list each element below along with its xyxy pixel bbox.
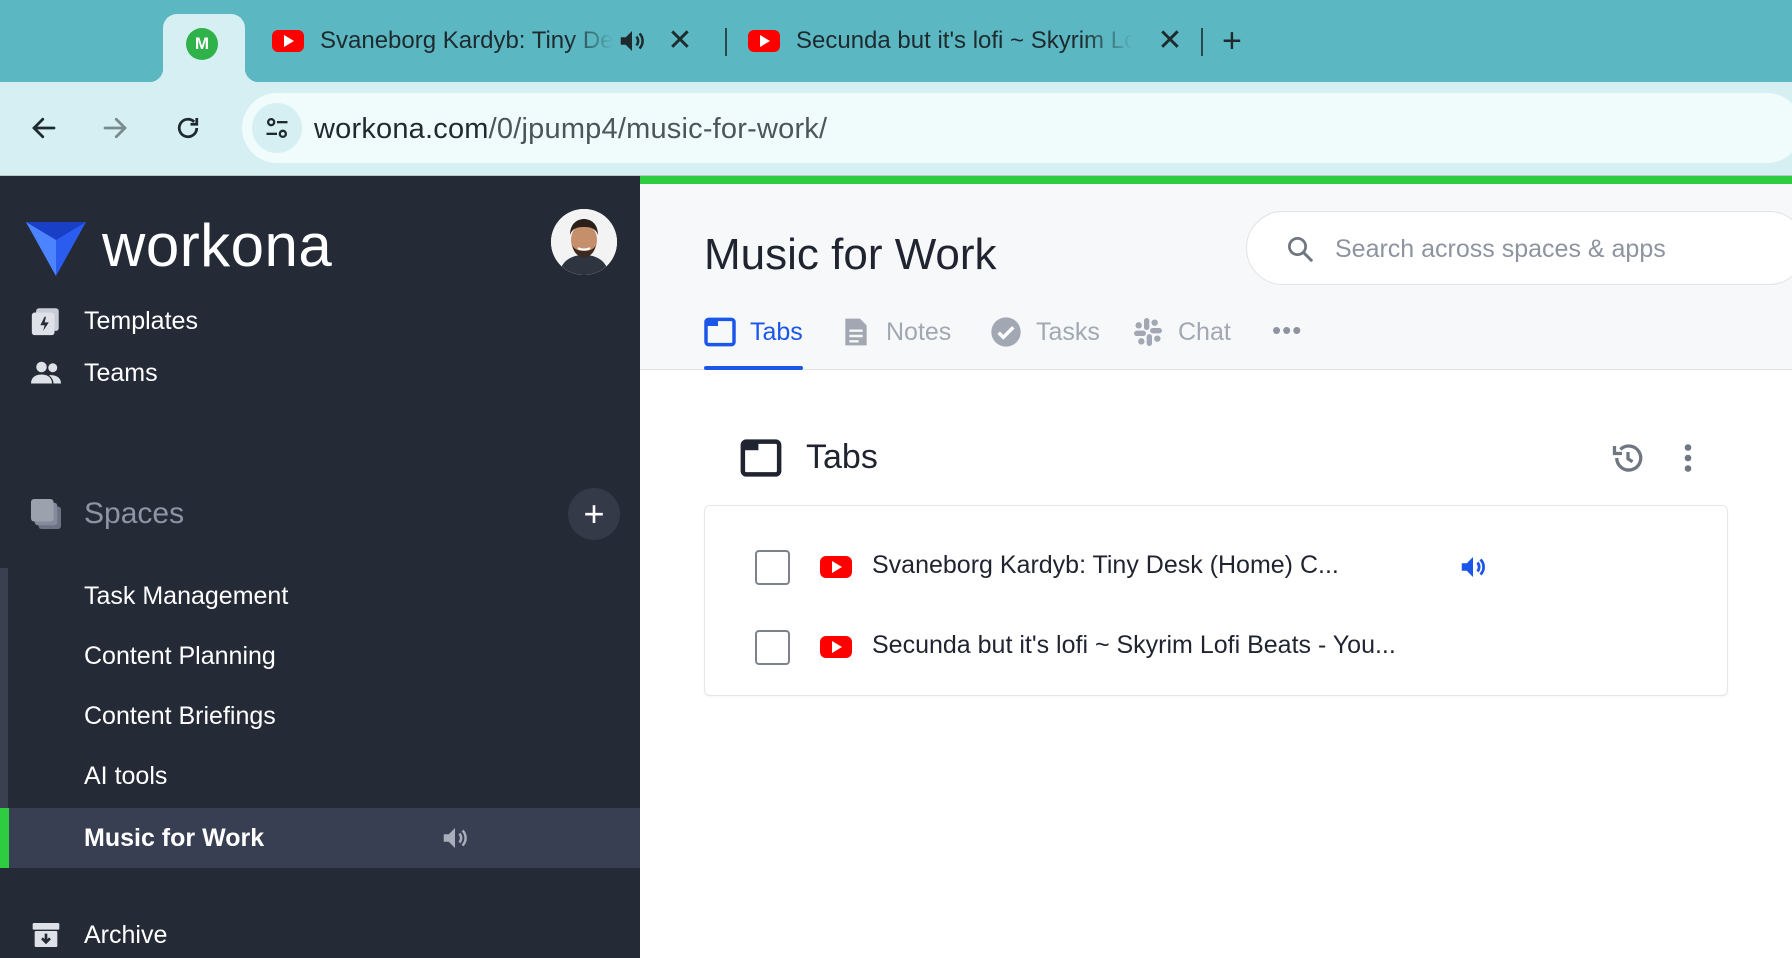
- main-header: Music for Work Tabs Notes Tasks: [640, 184, 1792, 370]
- archive-icon: [28, 917, 64, 953]
- browser-tab-svaneborg[interactable]: Svaneborg Kardyb: Tiny Desk (Home) Conce…: [272, 20, 695, 62]
- workona-logo-icon: [26, 221, 86, 276]
- space-item-ai-tools[interactable]: AI tools: [0, 746, 640, 806]
- url-path: /0/jpump4/music-for-work/: [488, 113, 828, 145]
- url-host: workona.com: [314, 113, 489, 145]
- tune-icon: [266, 117, 288, 139]
- templates-icon: [28, 303, 64, 339]
- active-indicator: [0, 808, 9, 868]
- close-tab-icon[interactable]: ✕: [1155, 26, 1185, 56]
- space-item-music-for-work[interactable]: Music for Work: [0, 808, 640, 868]
- space-label: Task Management: [84, 582, 289, 610]
- active-tab-underline: [704, 366, 803, 370]
- section-title: Tabs: [806, 438, 878, 476]
- sidebar: workona Templates Teams Spaces + Task Ma…: [0, 176, 640, 958]
- browser-tab-title: Secunda but it's lofi ~ Skyrim Lofi Beat…: [796, 27, 1133, 54]
- spaces-label: Spaces: [84, 497, 185, 530]
- tab-notes[interactable]: Notes: [840, 316, 951, 370]
- tab-label: Tasks: [1036, 318, 1100, 346]
- tab-chat[interactable]: Chat: [1132, 316, 1231, 370]
- youtube-icon: [820, 556, 852, 578]
- kebab-menu-icon[interactable]: [1674, 440, 1702, 476]
- arrow-right-icon: [103, 117, 127, 139]
- youtube-icon: [748, 30, 780, 52]
- space-item-content-briefings[interactable]: Content Briefings: [0, 686, 640, 746]
- browser-toolbar: workona.com/0/jpump4/music-for-work/: [0, 82, 1792, 176]
- tabs-icon: [740, 438, 782, 477]
- history-icon[interactable]: [1610, 440, 1646, 476]
- list-item[interactable]: Svaneborg Kardyb: Tiny Desk (Home) C...: [705, 537, 1729, 597]
- space-label: Music for Work: [84, 824, 265, 852]
- tab-checkbox[interactable]: [755, 550, 790, 585]
- tab-label: Chat: [1178, 318, 1231, 346]
- search-icon: [1288, 237, 1313, 262]
- youtube-icon: [820, 636, 852, 658]
- space-label: AI tools: [84, 762, 168, 790]
- sidebar-item-teams[interactable]: Teams: [0, 344, 640, 402]
- more-tabs-icon[interactable]: •••: [1272, 316, 1302, 344]
- browser-tab-title: Svaneborg Kardyb: Tiny Desk (Home) Conce…: [320, 27, 613, 54]
- logo-text: workona: [102, 212, 333, 279]
- arrow-left-icon: [32, 117, 56, 139]
- forward-button[interactable]: [93, 106, 137, 150]
- space-label: Content Briefings: [84, 702, 276, 730]
- site-settings-icon[interactable]: [252, 103, 302, 153]
- notes-icon: [840, 316, 872, 348]
- close-tab-icon[interactable]: ✕: [665, 26, 695, 56]
- profile-badge: M: [186, 28, 218, 60]
- tab-tabs[interactable]: Tabs: [704, 316, 803, 370]
- main-content: Music for Work Tabs Notes Tasks: [640, 176, 1792, 958]
- sidebar-item-label: Archive: [84, 920, 168, 949]
- saved-tab-title[interactable]: Svaneborg Kardyb: Tiny Desk (Home) C...: [872, 551, 1339, 580]
- workona-logo[interactable]: workona: [24, 211, 332, 280]
- sidebar-item-label: Teams: [84, 358, 158, 387]
- address-bar[interactable]: workona.com/0/jpump4/music-for-work/: [242, 93, 1792, 163]
- avatar[interactable]: [551, 209, 617, 275]
- tab-tasks[interactable]: Tasks: [990, 316, 1100, 370]
- speaker-icon[interactable]: [617, 26, 647, 56]
- tab-label: Notes: [886, 318, 952, 346]
- sidebar-item-templates[interactable]: Templates: [0, 292, 640, 350]
- search-box[interactable]: [1246, 211, 1792, 285]
- teams-icon: [28, 355, 64, 391]
- browser-tab-secunda[interactable]: Secunda but it's lofi ~ Skyrim Lofi Beat…: [748, 20, 1185, 62]
- saved-tab-title[interactable]: Secunda but it's lofi ~ Skyrim Lofi Beat…: [872, 631, 1396, 660]
- sidebar-item-label: Templates: [84, 306, 198, 335]
- spaces-header[interactable]: Spaces: [0, 485, 640, 543]
- space-label: Content Planning: [84, 642, 276, 670]
- user-avatar-icon: [551, 209, 617, 275]
- speaker-icon[interactable]: [1457, 552, 1489, 582]
- tabs-icon: [704, 316, 736, 348]
- spaces-icon: [28, 496, 64, 532]
- tab-checkbox[interactable]: [755, 630, 790, 665]
- sidebar-item-archive[interactable]: Archive: [0, 906, 640, 958]
- reload-icon: [177, 117, 199, 139]
- page-title: Music for Work: [704, 230, 997, 279]
- list-item[interactable]: Secunda but it's lofi ~ Skyrim Lofi Beat…: [705, 617, 1729, 677]
- search-input[interactable]: [1335, 230, 1775, 268]
- reload-button[interactable]: [166, 106, 210, 150]
- url-text[interactable]: workona.com/0/jpump4/music-for-work/: [314, 113, 827, 146]
- space-item-content-planning[interactable]: Content Planning: [0, 626, 640, 686]
- add-space-button[interactable]: +: [568, 488, 620, 540]
- browser-tabstrip: M Svaneborg Kardyb: Tiny Desk (Home) Con…: [0, 0, 1792, 82]
- space-item-task-management[interactable]: Task Management: [0, 566, 640, 626]
- tab-label: Tabs: [750, 318, 803, 346]
- tabs-section-header: Tabs: [740, 438, 878, 477]
- tasks-icon: [990, 316, 1022, 348]
- new-tab-button[interactable]: +: [1222, 22, 1242, 61]
- youtube-icon: [272, 30, 304, 52]
- back-button[interactable]: [22, 106, 66, 150]
- tab-separator: [1201, 28, 1203, 56]
- tab-separator: [725, 28, 727, 56]
- saved-tabs-list: Svaneborg Kardyb: Tiny Desk (Home) C... …: [704, 505, 1728, 696]
- slack-icon: [1132, 316, 1164, 348]
- workona-tab[interactable]: M: [149, 14, 259, 82]
- speaker-icon[interactable]: [440, 823, 470, 853]
- loading-progress-bar: [640, 176, 1792, 184]
